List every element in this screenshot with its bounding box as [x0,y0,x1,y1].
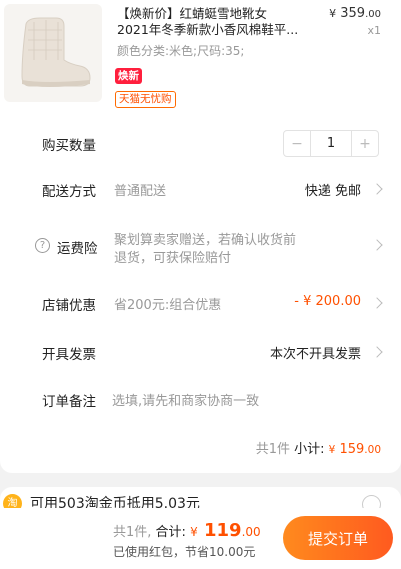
price-integer: 359 [340,6,366,21]
increment-button[interactable]: + [352,131,378,156]
invoice-label: 开具发票 [42,347,96,363]
delivery-value: 快递 免邮 [304,184,361,199]
quantity-value[interactable]: 1 [310,131,352,156]
promo-tag: 焕新 [115,68,142,84]
subtotal-value: ¥ 159.00 [329,442,381,457]
savings-note: 已使用红包，节省10.00元 [113,545,256,559]
product-quantity: x1 [367,24,381,37]
remark-label: 订单备注 [42,394,96,410]
insurance-label: 运费险 [57,241,98,257]
checkout-bar: 共1件, 合计: ¥ 119.00 已使用红包，节省10.00元 提交订单 [0,508,401,569]
subtotal-label: 小计: [294,442,325,457]
total-summary: 共1件, 合计: ¥ 119.00 [113,520,261,541]
chevron-right-icon [371,183,383,195]
delivery-method: 普通配送 [114,184,167,199]
subtotal-currency: ¥ [328,444,336,456]
discount-detail: 省200元:组合优惠 [114,298,222,313]
total-count: 共1件, [113,525,152,540]
insurance-line1: 聚划算卖家赠送，若确认收货前 [114,233,297,248]
delivery-label: 配送方式 [42,184,96,200]
price-decimal: .00 [365,9,381,20]
insurance-line2: 退货，可获保险赔付 [114,251,232,266]
total-amount: ¥ 119.00 [190,520,261,541]
product-thumbnail[interactable] [4,4,102,102]
product-title[interactable]: 【焕新价】红蜻蜓雪地靴女 2021年冬季新款小香风棉鞋平... [117,6,317,38]
total-label: 合计: [155,525,186,540]
chevron-right-icon [371,239,383,251]
help-icon[interactable]: ? [35,238,50,253]
product-title-line2: 2021年冬季新款小香风棉鞋平... [117,22,299,37]
total-currency: ¥ [190,525,198,539]
submit-order-button[interactable]: 提交订单 [283,516,393,560]
total-integer: 119 [204,520,242,541]
chevron-right-icon [371,346,383,358]
discount-value: - ¥ 200.00 [294,294,361,309]
subtotal-integer: 159 [339,442,365,457]
product-price: ¥ 359.00 [329,6,381,21]
snow-boot-image [21,17,91,87]
remark-input[interactable]: 选填,请先和商家协商一致 [112,390,259,409]
product-title-line1: 【焕新价】红蜻蜓雪地靴女 [117,6,268,21]
invoice-value: 本次不开具发票 [269,347,361,362]
product-sku[interactable]: 颜色分类:米色;尺码:35; [117,42,244,59]
service-tag: 天猫无忧购 [115,91,176,108]
price-currency: ¥ [329,7,337,20]
subtotal-decimal: .00 [364,444,381,456]
decrement-button[interactable]: − [284,131,310,156]
total-decimal: .00 [241,525,261,539]
subtotal: 共1件 小计: ¥ 159.00 [256,438,381,457]
order-card: 【焕新价】红蜻蜓雪地靴女 2021年冬季新款小香风棉鞋平... ¥ 359.00… [0,0,401,473]
quantity-label: 购买数量 [42,138,96,154]
discount-label: 店铺优惠 [42,298,96,314]
chevron-right-icon [371,297,383,309]
subtotal-count: 共1件 [255,442,290,457]
quantity-stepper: − 1 + [283,130,379,157]
